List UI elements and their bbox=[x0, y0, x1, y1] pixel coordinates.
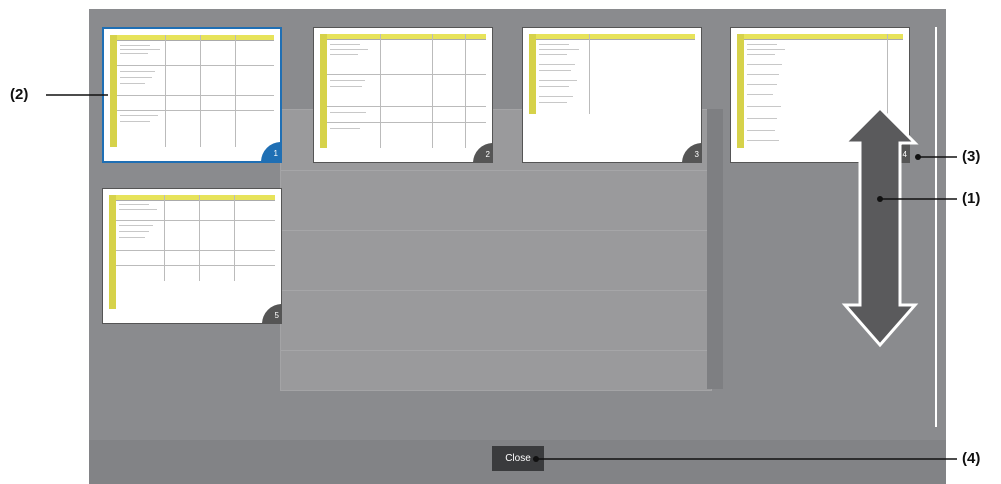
callout-3: (3) bbox=[962, 148, 981, 165]
thumbnail-content bbox=[109, 195, 275, 309]
page-thumbnail-2[interactable]: 2 bbox=[313, 27, 493, 163]
page-thumbnail-3[interactable]: 3 bbox=[522, 27, 702, 163]
thumbnail-content bbox=[110, 35, 274, 147]
callout-2: (2) bbox=[10, 86, 29, 103]
callout-1: (1) bbox=[962, 190, 981, 207]
background-scrollbar bbox=[707, 109, 723, 389]
page-thumbnail-1[interactable]: 1 bbox=[102, 27, 282, 163]
close-button[interactable]: Close bbox=[492, 446, 544, 471]
thumbnail-content bbox=[320, 34, 486, 148]
thumbnail-content bbox=[737, 34, 903, 148]
page-thumbnail-4[interactable]: 4 bbox=[730, 27, 910, 163]
thumbnail-content bbox=[529, 34, 695, 148]
page-thumbnail-5[interactable]: 5 bbox=[102, 188, 282, 324]
scroll-track[interactable] bbox=[935, 27, 937, 427]
callout-4: (4) bbox=[962, 450, 981, 467]
